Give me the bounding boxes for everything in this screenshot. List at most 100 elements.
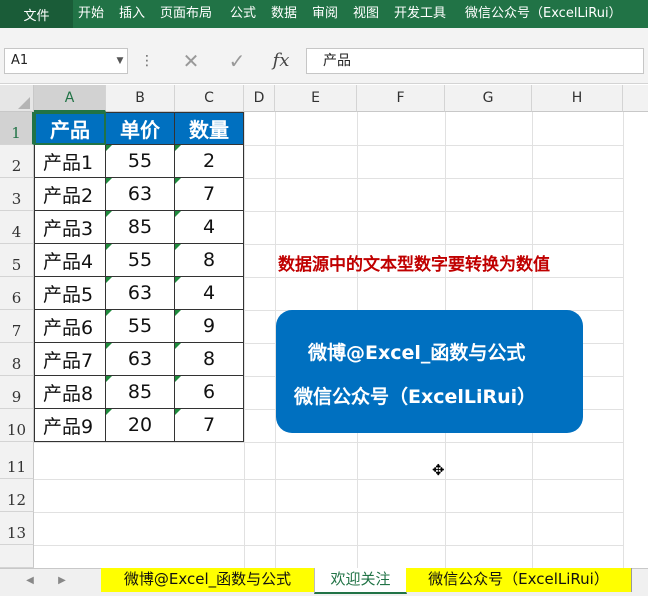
row-header-1[interactable]: 1	[0, 112, 34, 145]
tab-insert[interactable]: 插入	[119, 0, 145, 28]
table-header-price[interactable]: 单价	[106, 112, 175, 145]
text-number-indicator	[175, 244, 181, 250]
table-cell[interactable]: 4	[175, 277, 244, 310]
table-cell[interactable]: 2	[175, 145, 244, 178]
column-header-e[interactable]: E	[275, 85, 357, 112]
cell-value: 8	[202, 249, 216, 271]
row-header-10[interactable]: 10	[0, 409, 34, 442]
cancel-icon[interactable]: ✕	[176, 48, 206, 74]
text-number-indicator	[106, 277, 112, 283]
table-cell[interactable]: 8	[175, 343, 244, 376]
sheet-tab-welcome[interactable]: 欢迎关注	[314, 568, 407, 594]
tab-formulas[interactable]: 公式	[230, 0, 256, 28]
column-header-f[interactable]: F	[357, 85, 445, 112]
text-number-indicator	[175, 211, 181, 217]
row-header-2[interactable]: 2	[0, 145, 34, 178]
row-header-8[interactable]: 8	[0, 343, 34, 376]
table-cell[interactable]: 4	[175, 211, 244, 244]
tab-review[interactable]: 审阅	[312, 0, 338, 28]
info-banner[interactable]	[276, 310, 583, 433]
text-number-indicator	[106, 178, 112, 184]
cell-value: 55	[127, 249, 153, 271]
cell-value: 7	[202, 183, 216, 205]
table-cell[interactable]: 63	[106, 343, 175, 376]
row-header-6[interactable]: 6	[0, 277, 34, 310]
table-cell[interactable]: 产品4	[34, 244, 106, 277]
row-header-12[interactable]: 12	[0, 479, 34, 512]
table-cell[interactable]: 产品3	[34, 211, 106, 244]
table-cell[interactable]: 产品2	[34, 178, 106, 211]
tab-wechat[interactable]: 微信公众号（ExcelLiRui）	[465, 0, 622, 28]
text-number-indicator	[175, 145, 181, 151]
table-cell[interactable]: 63	[106, 178, 175, 211]
gridline	[34, 545, 624, 546]
table-cell[interactable]: 产品6	[34, 310, 106, 343]
note-text: 数据源中的文本型数字要转换为数值	[278, 255, 550, 275]
row-header-13[interactable]: 13	[0, 512, 34, 545]
table-cell[interactable]: 产品5	[34, 277, 106, 310]
next-sheet-icon[interactable]: ▶	[54, 572, 70, 590]
table-cell[interactable]: 6	[175, 376, 244, 409]
cell-value: 63	[127, 183, 153, 205]
row-header-11[interactable]: 11	[0, 442, 34, 479]
column-header-g[interactable]: G	[445, 85, 532, 112]
column-header-h[interactable]: H	[532, 85, 623, 112]
table-cell[interactable]: 产品1	[34, 145, 106, 178]
table-cell[interactable]: 85	[106, 211, 175, 244]
table-header-qty[interactable]: 数量	[175, 112, 244, 145]
more-vertical-icon[interactable]: ⋮	[140, 48, 154, 74]
file-tab[interactable]: 文件	[0, 0, 73, 28]
cell-value: 2	[202, 150, 216, 172]
row-header-9[interactable]: 9	[0, 376, 34, 409]
text-number-indicator	[106, 409, 112, 415]
row-header-4[interactable]: 4	[0, 211, 34, 244]
function-icon[interactable]: fx	[266, 48, 296, 74]
tab-data[interactable]: 数据	[271, 0, 297, 28]
column-header-d[interactable]: D	[244, 85, 275, 112]
table-cell[interactable]: 8	[175, 244, 244, 277]
text-number-indicator	[106, 310, 112, 316]
gridline	[623, 112, 624, 568]
formula-input[interactable]: 产品	[306, 48, 644, 74]
table-cell[interactable]: 55	[106, 145, 175, 178]
tab-developer[interactable]: 开发工具	[394, 0, 446, 28]
row-header-7[interactable]: 7	[0, 310, 34, 343]
name-box[interactable]: A1	[4, 48, 128, 74]
column-header-a[interactable]: A	[34, 85, 106, 112]
text-number-indicator	[106, 244, 112, 250]
cell-value: 85	[127, 381, 153, 403]
tab-page-layout[interactable]: 页面布局	[160, 0, 212, 28]
cell-value: 4	[202, 216, 216, 238]
select-all-triangle-icon	[18, 97, 30, 109]
table-cell[interactable]: 9	[175, 310, 244, 343]
enter-icon[interactable]: ✓	[222, 48, 252, 74]
table-cell[interactable]: 7	[175, 178, 244, 211]
table-cell[interactable]: 7	[175, 409, 244, 442]
sheet-tab-weibo[interactable]: 微博@Excel_函数与公式	[101, 568, 315, 592]
table-cell[interactable]: 20	[106, 409, 175, 442]
text-number-indicator	[106, 145, 112, 151]
table-cell[interactable]: 产品8	[34, 376, 106, 409]
active-cell-outline	[34, 112, 106, 145]
column-header-b[interactable]: B	[106, 85, 175, 112]
table-cell[interactable]: 85	[106, 376, 175, 409]
table-cell[interactable]: 55	[106, 244, 175, 277]
text-number-indicator	[175, 343, 181, 349]
text-number-indicator	[106, 343, 112, 349]
chevron-down-icon[interactable]: ▼	[112, 48, 128, 74]
column-header-c[interactable]: C	[175, 85, 244, 112]
tab-view[interactable]: 视图	[353, 0, 379, 28]
tab-home[interactable]: 开始	[78, 0, 104, 28]
mouse-cursor-icon: ✥	[432, 461, 445, 479]
row-header-3[interactable]: 3	[0, 178, 34, 211]
cell-value: 63	[127, 348, 153, 370]
sheet-tab-wechat[interactable]: 微信公众号（ExcelLiRui）	[406, 568, 632, 592]
text-number-indicator	[175, 376, 181, 382]
table-cell[interactable]: 55	[106, 310, 175, 343]
table-cell[interactable]: 产品9	[34, 409, 106, 442]
table-cell[interactable]: 63	[106, 277, 175, 310]
table-cell[interactable]: 产品7	[34, 343, 106, 376]
row-header-5[interactable]: 5	[0, 244, 34, 277]
prev-sheet-icon[interactable]: ◀	[22, 572, 38, 590]
cell-value: 6	[202, 381, 216, 403]
